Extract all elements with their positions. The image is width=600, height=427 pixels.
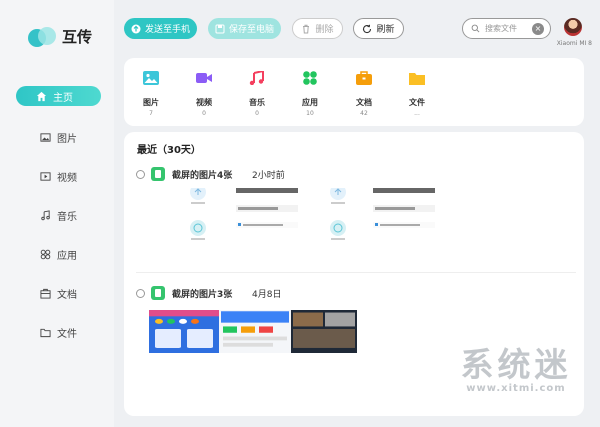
apps-icon	[40, 249, 51, 260]
category-label: 文件	[409, 98, 425, 107]
refresh-label: 刷新	[376, 25, 395, 35]
category-label: 应用	[302, 98, 318, 107]
group-header: 截屏的图片3张 4月8日	[136, 285, 576, 301]
music-icon	[249, 69, 264, 86]
sidebar-item-label: 视频	[57, 173, 77, 184]
sidebar-item-music[interactable]: 音乐	[0, 196, 114, 235]
recent-title: 最近（30天）	[137, 145, 201, 156]
image-icon	[143, 71, 159, 85]
sidebar-item-documents[interactable]: 文档	[0, 274, 114, 313]
screenshot-thumbnails[interactable]	[176, 188, 436, 246]
sidebar-item-label: 图片	[57, 134, 77, 145]
music-icon	[41, 210, 50, 221]
category-count: ...	[414, 110, 420, 117]
delete-button[interactable]: 删除	[292, 18, 343, 39]
category-apps[interactable]: 应用 10	[290, 71, 330, 117]
sidebar-item-label: 音乐	[57, 212, 77, 223]
watermark-url: www.xitmi.com	[466, 383, 566, 394]
category-label: 图片	[143, 98, 159, 107]
group-time: 2小时前	[252, 170, 285, 181]
category-count: 7	[149, 110, 153, 117]
group-header: 截屏的图片4张 2小时前	[136, 166, 576, 182]
group-name: 截屏的图片3张	[172, 289, 233, 300]
screenshot-thumbnails[interactable]	[149, 310, 357, 353]
category-music[interactable]: 音乐 0	[237, 69, 277, 117]
sidebar-item-label: 文件	[57, 329, 77, 340]
sidebar: 互传 主页 图片 视频 音乐 应用 文档 文件	[0, 0, 114, 427]
category-videos[interactable]: 视频 0	[184, 71, 224, 117]
app-logo: 互传	[28, 26, 92, 47]
sidebar-item-videos[interactable]: 视频	[0, 157, 114, 196]
video-icon	[40, 172, 51, 181]
sidebar-item-images[interactable]: 图片	[0, 118, 114, 157]
delete-label: 删除	[315, 25, 334, 35]
group-divider	[136, 272, 576, 273]
screenshot-icon	[151, 167, 165, 181]
sidebar-item-home[interactable]: 主页	[16, 86, 101, 106]
group-name: 截屏的图片4张	[172, 170, 233, 181]
category-label: 文档	[356, 98, 372, 107]
category-panel: 图片 7 视频 0 音乐 0 应用 10 文档 42 文件 ...	[124, 58, 584, 126]
logo-icon	[28, 26, 58, 47]
home-icon	[36, 91, 47, 101]
sidebar-item-label: 应用	[57, 251, 77, 262]
category-count: 0	[202, 110, 206, 117]
save-to-pc-button[interactable]: 保存至电脑	[208, 18, 281, 39]
category-label: 音乐	[249, 98, 265, 107]
video-icon	[196, 73, 212, 83]
category-label: 视频	[196, 98, 212, 107]
group-select-radio[interactable]	[136, 288, 145, 298]
screenshot-icon	[151, 286, 165, 300]
sidebar-nav: 主页 图片 视频 音乐 应用 文档 文件	[0, 86, 114, 352]
sidebar-item-files[interactable]: 文件	[0, 313, 114, 352]
toolbar: 发送至手机 保存至电脑 删除 刷新 搜索文件 × Xiaomi MI 8	[124, 18, 600, 47]
folder-icon	[40, 328, 51, 338]
sidebar-item-label: 文档	[57, 290, 77, 301]
category-count: 10	[306, 110, 314, 117]
device-name: Xiaomi MI 8	[556, 40, 592, 47]
device-avatar[interactable]	[564, 18, 582, 36]
document-icon	[40, 288, 51, 299]
recent-group: 截屏的图片3张 4月8日	[136, 285, 576, 353]
sidebar-item-apps[interactable]: 应用	[0, 235, 114, 274]
category-documents[interactable]: 文档 42	[344, 71, 384, 117]
trash-icon	[303, 24, 310, 33]
sidebar-item-label: 主页	[53, 92, 73, 104]
upload-icon	[131, 24, 141, 33]
category-count: 0	[255, 110, 259, 117]
refresh-button[interactable]: 刷新	[353, 18, 404, 39]
save-label: 保存至电脑	[228, 25, 274, 35]
save-icon	[215, 24, 225, 33]
app-name: 互传	[62, 28, 93, 46]
recent-group: 截屏的图片4张 2小时前	[136, 166, 576, 240]
briefcase-icon	[356, 71, 372, 85]
folder-icon	[409, 73, 425, 85]
group-time: 4月8日	[252, 289, 282, 300]
apps-icon	[303, 71, 317, 85]
image-icon	[40, 133, 51, 142]
search-placeholder: 搜索文件	[485, 24, 517, 33]
watermark: 系统迷 www.xitmi.com	[450, 345, 582, 395]
search-icon	[471, 24, 480, 33]
category-files[interactable]: 文件 ...	[397, 71, 437, 117]
watermark-title: 系统迷	[460, 345, 572, 384]
search-input[interactable]: 搜索文件 ×	[462, 18, 551, 39]
clear-search-icon[interactable]: ×	[532, 23, 544, 35]
category-count: 42	[360, 110, 368, 117]
group-select-radio[interactable]	[136, 169, 145, 179]
send-to-phone-button[interactable]: 发送至手机	[124, 18, 197, 39]
send-label: 发送至手机	[144, 25, 190, 35]
refresh-icon	[363, 24, 372, 33]
category-images[interactable]: 图片 7	[131, 71, 171, 117]
